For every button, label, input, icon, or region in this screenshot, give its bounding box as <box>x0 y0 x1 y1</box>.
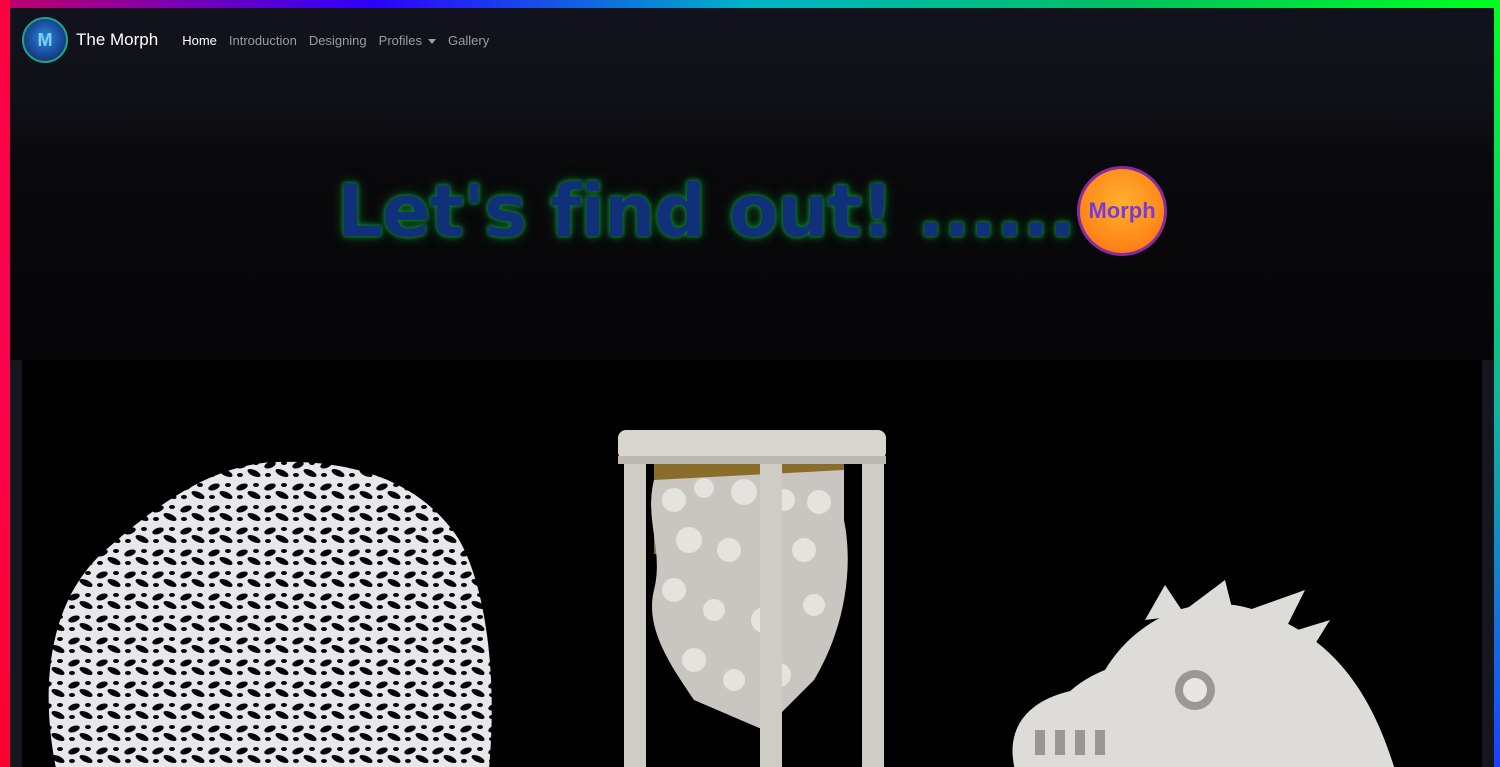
nav-link-home[interactable]: Home <box>176 33 223 48</box>
navbar: M The Morph Home Introduction Designing … <box>10 8 1494 72</box>
hero-headline: Let's find out! ...... <box>336 169 1076 253</box>
brand-logo-letter: M <box>37 29 53 50</box>
rainbow-frame-top <box>0 0 1500 8</box>
brand-name: The Morph <box>76 30 159 49</box>
hero-section: M The Morph Home Introduction Designing … <box>10 8 1494 360</box>
brand-logo-icon: M <box>22 17 68 63</box>
sculpture-showcase <box>10 360 1494 767</box>
rainbow-frame-right <box>1494 0 1500 767</box>
showcase-right-edge <box>1482 360 1494 767</box>
morph-badge-button[interactable]: Morph <box>1077 166 1168 256</box>
morph-badge-label: Morph <box>1088 198 1156 223</box>
page-stage: M The Morph Home Introduction Designing … <box>10 8 1494 767</box>
rainbow-frame-left <box>0 0 10 767</box>
nav-link-profiles-dropdown[interactable]: Profiles <box>373 33 442 48</box>
column-cage-sculpture-image <box>618 430 886 767</box>
dragon-head-sculpture-image <box>1012 580 1395 767</box>
nav-links: Home Introduction Designing Profiles Gal… <box>176 33 495 48</box>
headline-row: Let's find out! ...... Morph <box>10 166 1494 256</box>
showcase-left-edge <box>10 360 22 767</box>
nav-link-gallery[interactable]: Gallery <box>442 33 495 48</box>
nav-link-introduction[interactable]: Introduction <box>223 33 303 48</box>
chevron-down-icon <box>428 38 437 44</box>
brand-link[interactable]: M The Morph <box>22 17 176 63</box>
nav-link-designing[interactable]: Designing <box>303 33 373 48</box>
lattice-sculpture-image <box>48 461 492 767</box>
nav-link-profiles-label: Profiles <box>378 32 423 48</box>
